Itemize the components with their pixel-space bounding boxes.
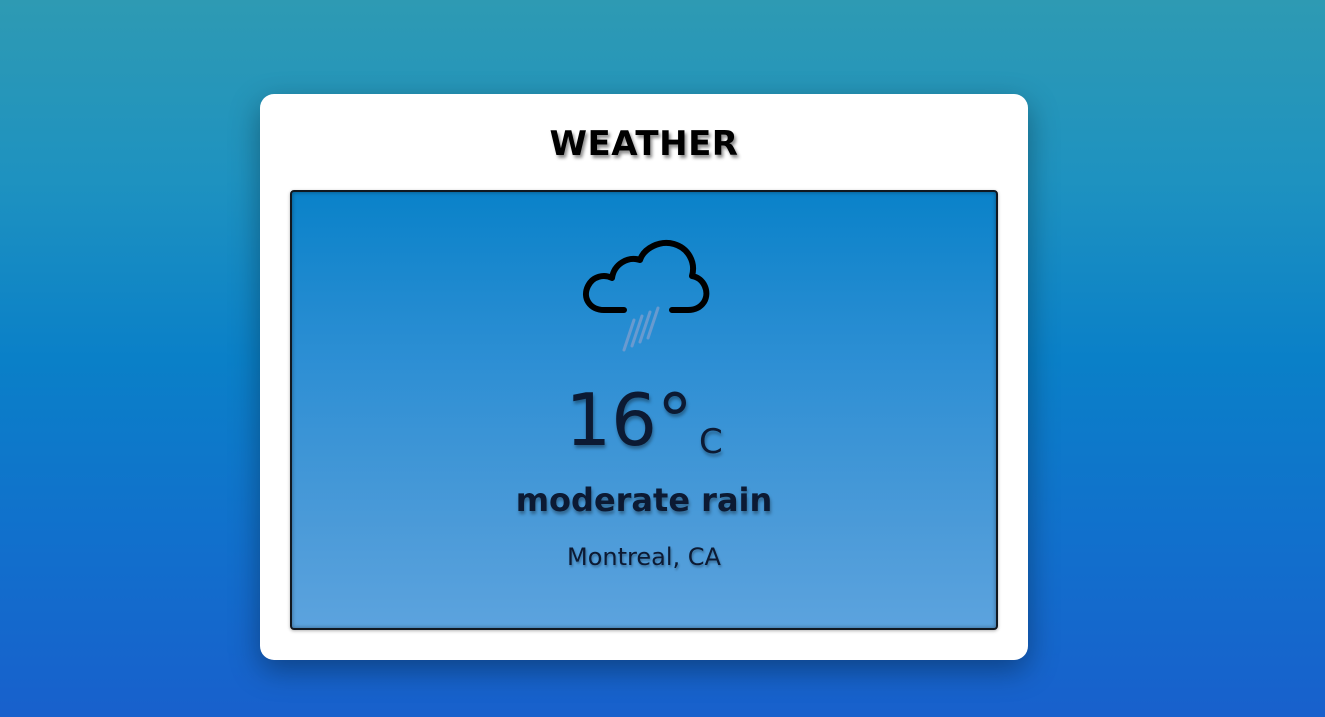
weather-panel: 16° C moderate rain Montreal, CA <box>290 190 998 630</box>
weather-condition: moderate rain <box>515 481 773 519</box>
weather-card: WEATHER 16° C moderate rain Montreal, CA <box>260 94 1028 660</box>
location-label: Montreal, CA <box>567 543 721 571</box>
app-title: WEATHER <box>549 124 739 164</box>
temperature-unit: C <box>698 422 723 462</box>
temperature-row: 16° C <box>292 380 996 462</box>
cloud-rain-icon <box>576 226 716 366</box>
temperature-value: 16° <box>565 378 693 462</box>
